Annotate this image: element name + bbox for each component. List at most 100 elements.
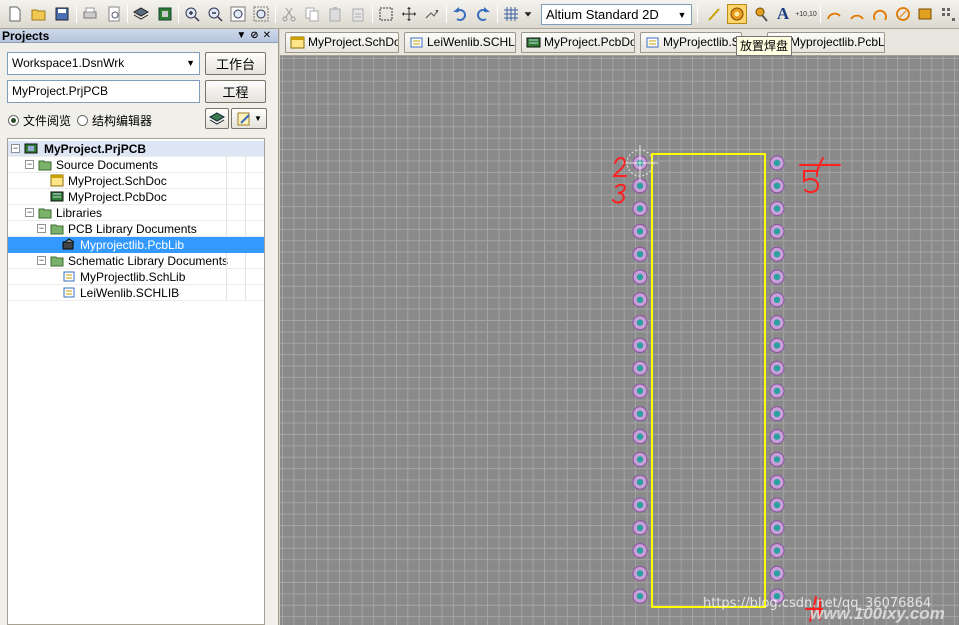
radio-label: 结构编辑器 bbox=[92, 114, 153, 128]
new-file-icon[interactable] bbox=[5, 4, 25, 24]
tree-root-project[interactable]: − MyProject.PrjPCB bbox=[8, 141, 264, 157]
arc-center-icon[interactable] bbox=[824, 4, 844, 24]
undo-icon[interactable] bbox=[450, 4, 470, 24]
pad-hole bbox=[773, 228, 781, 235]
pad-hole bbox=[773, 342, 781, 349]
collapse-icon[interactable]: − bbox=[25, 160, 34, 169]
tree-item-schlib-myproject[interactable]: MyProjectlib.SchLib bbox=[8, 269, 264, 285]
print-preview-icon[interactable] bbox=[104, 4, 124, 24]
tree-folder-libraries[interactable]: − Libraries bbox=[8, 205, 264, 221]
pad-hole bbox=[773, 387, 781, 395]
tab-label: MyProjectlib.Sc bbox=[663, 35, 742, 49]
pcb-footprint-canvas[interactable]: https://blog.csdn.net/qq_36076864 www.10… bbox=[280, 56, 959, 625]
pad-hole bbox=[773, 479, 781, 486]
tree-folder-source-documents[interactable]: − Source Documents bbox=[8, 157, 264, 173]
tree-item-pcblib[interactable]: Myprojectlib.PcbLib bbox=[8, 237, 264, 253]
collapse-icon[interactable]: − bbox=[37, 224, 46, 233]
project-button[interactable]: 工程 bbox=[205, 80, 266, 103]
project-tree[interactable]: − MyProject.PrjPCB − Source Documents My… bbox=[7, 138, 265, 625]
view-mode-select[interactable]: Altium Standard 2D ▼ bbox=[541, 4, 692, 25]
tree-columns bbox=[226, 269, 264, 285]
pad-hole bbox=[773, 365, 781, 372]
grid-dropdown-icon[interactable] bbox=[521, 4, 535, 24]
pad-hole bbox=[636, 524, 644, 531]
paste-special-icon[interactable] bbox=[348, 4, 368, 24]
place-string-icon[interactable]: A bbox=[773, 4, 793, 24]
document-tabs: MyProject.SchDoc LeiWenlib.SCHLIB MyProj… bbox=[280, 29, 959, 56]
place-line-icon[interactable] bbox=[704, 4, 724, 24]
tab-leiwenlib-schlib[interactable]: LeiWenlib.SCHLIB bbox=[404, 32, 516, 53]
pin-icon[interactable]: ⊘ bbox=[250, 30, 262, 41]
grid-icon[interactable] bbox=[501, 4, 521, 24]
pad-hole bbox=[773, 456, 781, 463]
view-mode-value: Altium Standard 2D bbox=[546, 7, 659, 22]
pad-hole bbox=[636, 410, 644, 417]
move-icon[interactable] bbox=[399, 4, 419, 24]
pad-hole bbox=[773, 251, 781, 258]
tree-item-pcbdoc[interactable]: MyProject.PcbDoc bbox=[8, 189, 264, 205]
zoom-in-icon[interactable] bbox=[182, 4, 202, 24]
pad-hole bbox=[636, 456, 644, 463]
select-rect-icon[interactable] bbox=[376, 4, 396, 24]
panel-header: Projects ▼⊘✕ bbox=[0, 29, 278, 43]
project-options-button[interactable]: ▼ bbox=[231, 108, 267, 129]
tab-myproject-schdoc[interactable]: MyProject.SchDoc bbox=[285, 32, 399, 53]
pad-hole bbox=[636, 296, 644, 303]
zoom-out-icon[interactable] bbox=[205, 4, 225, 24]
arc-edge-icon[interactable] bbox=[847, 4, 867, 24]
tree-item-schlib-leiwen[interactable]: LeiWenlib.SCHLIB bbox=[8, 285, 264, 301]
close-icon[interactable]: ✕ bbox=[263, 30, 275, 41]
pad-group bbox=[632, 155, 785, 604]
place-via-icon[interactable] bbox=[751, 4, 771, 24]
tree-item-schdoc[interactable]: MyProject.SchDoc bbox=[8, 173, 264, 189]
radio-file-view[interactable]: 文件阅览 bbox=[8, 112, 71, 129]
pad-hole bbox=[636, 501, 644, 509]
save-icon[interactable] bbox=[52, 4, 72, 24]
footprint-drawing bbox=[612, 145, 841, 622]
pcb-doc-icon bbox=[50, 191, 64, 202]
pad-hole bbox=[636, 387, 644, 395]
annotation-arrow bbox=[815, 157, 824, 177]
pad-hole bbox=[636, 273, 644, 281]
layers-icon[interactable] bbox=[131, 4, 151, 24]
toolbar-separator bbox=[275, 5, 276, 23]
tab-myprojectlib-schlib[interactable]: MyProjectlib.Sc bbox=[640, 32, 742, 53]
paste-icon[interactable] bbox=[325, 4, 345, 24]
panel-menu-icon[interactable]: ▼ bbox=[236, 30, 250, 41]
redo-icon[interactable] bbox=[473, 4, 493, 24]
layers-view-button[interactable] bbox=[205, 108, 229, 129]
fill-icon[interactable] bbox=[915, 4, 935, 24]
tree-columns bbox=[226, 189, 264, 205]
circle-icon[interactable] bbox=[893, 4, 913, 24]
pad-hole bbox=[636, 433, 644, 440]
schematic-doc-icon bbox=[50, 174, 64, 187]
board-icon[interactable] bbox=[155, 4, 175, 24]
tree-folder-schematic-library-documents[interactable]: − Schematic Library Documents bbox=[8, 253, 264, 269]
cut-icon[interactable] bbox=[279, 4, 299, 24]
project-field[interactable]: MyProject.PrjPCB bbox=[7, 80, 200, 103]
array-paste-icon[interactable] bbox=[938, 4, 958, 24]
collapse-icon[interactable]: − bbox=[25, 208, 34, 217]
coordinate-icon[interactable]: +10,10 bbox=[795, 4, 817, 24]
chevron-down-icon: ▼ bbox=[677, 9, 687, 20]
pcblib-icon bbox=[62, 238, 75, 250]
collapse-icon[interactable]: − bbox=[37, 256, 46, 265]
workspace-select[interactable]: Workspace1.DsnWrk ▼ bbox=[7, 52, 200, 75]
schlib-icon bbox=[63, 271, 75, 282]
zoom-fit-icon[interactable] bbox=[228, 4, 248, 24]
arc-any-icon[interactable] bbox=[870, 4, 890, 24]
cross-probe-icon[interactable] bbox=[422, 4, 442, 24]
zoom-area-icon[interactable] bbox=[251, 4, 271, 24]
tree-folder-pcb-library-documents[interactable]: − PCB Library Documents bbox=[8, 221, 264, 237]
print-icon[interactable] bbox=[80, 4, 100, 24]
radio-structure-editor[interactable]: 结构编辑器 bbox=[77, 112, 152, 129]
collapse-icon[interactable]: − bbox=[11, 144, 20, 153]
workspace-button[interactable]: 工作台 bbox=[205, 52, 266, 75]
copy-icon[interactable] bbox=[302, 4, 322, 24]
schlib-icon bbox=[63, 287, 75, 298]
tab-myproject-pcbdoc[interactable]: MyProject.PcbDoc bbox=[521, 32, 635, 53]
open-folder-icon[interactable] bbox=[29, 4, 49, 24]
pad-hole bbox=[773, 501, 781, 509]
place-pad-icon[interactable] bbox=[727, 4, 747, 24]
pad-hole bbox=[773, 319, 781, 326]
